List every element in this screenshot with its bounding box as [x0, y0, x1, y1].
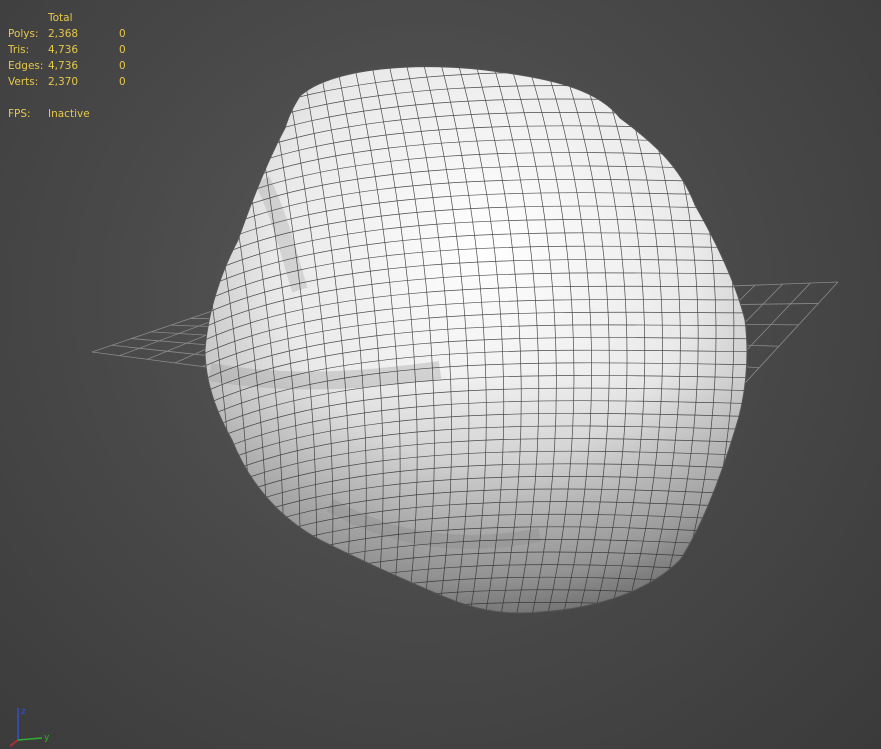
z-axis-label: z	[21, 707, 26, 717]
3d-viewport[interactable]: Total Polys: 2,368 0 Tris: 4,736 0 Edges…	[0, 0, 881, 749]
axis-tripod: z y	[9, 707, 50, 747]
x-axis-line	[9, 739, 19, 747]
y-axis-line	[17, 737, 43, 741]
wireframe-mesh[interactable]	[7, 5, 881, 672]
y-axis-label: y	[44, 733, 50, 743]
viewport-scene	[7, 5, 881, 672]
